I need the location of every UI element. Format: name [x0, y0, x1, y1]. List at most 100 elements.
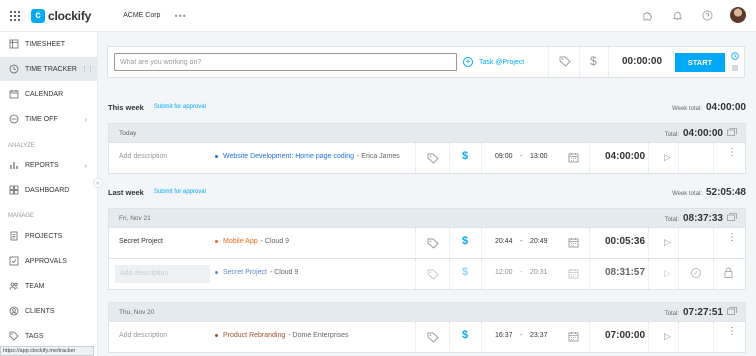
divider	[481, 322, 482, 352]
bulk-edit-icon[interactable]	[727, 212, 737, 223]
bell-icon[interactable]	[670, 8, 684, 22]
entry-description-disabled: Add description	[115, 265, 210, 283]
drag-handle-icon[interactable]: ⋮⋮	[81, 65, 94, 73]
billable-dollar-icon[interactable]: $	[590, 54, 597, 68]
entry-project: Secret Project - Cloud 9	[215, 269, 298, 276]
puzzle-icon[interactable]	[640, 8, 654, 22]
entry-description[interactable]: Secret Project	[119, 238, 163, 245]
divider	[713, 322, 714, 352]
play-icon[interactable]: ▷	[664, 237, 671, 248]
divider	[449, 143, 450, 173]
entry-description: Add description	[120, 270, 169, 277]
sidebar-item-label: Time Tracker	[25, 65, 77, 73]
day-total-value: 04:00:00	[682, 127, 723, 139]
help-icon[interactable]	[700, 8, 714, 22]
bulk-edit-icon[interactable]	[727, 127, 737, 138]
sidebar-item-timesheet[interactable]: Timesheet	[0, 32, 98, 56]
sidebar: Timesheet Time Tracker ⋮⋮ Calendar Time …	[0, 32, 98, 356]
entry-duration[interactable]: 04:00:00	[605, 151, 645, 162]
tag-icon[interactable]	[559, 56, 571, 69]
divider	[589, 228, 590, 258]
reports-icon	[8, 160, 19, 171]
billable-dollar-icon[interactable]: $	[462, 329, 468, 341]
start-time[interactable]: 16:37	[495, 332, 513, 339]
apps-grid-icon[interactable]	[10, 10, 20, 21]
week-total-value: 52:05:48	[705, 186, 746, 198]
sidebar-item-approvals[interactable]: Approvals	[0, 249, 98, 273]
end-time[interactable]: 13:00	[530, 153, 548, 160]
end-time[interactable]: 20:49	[530, 238, 548, 245]
calendar-icon[interactable]	[568, 152, 579, 165]
sidebar-item-projects[interactable]: Projects	[0, 224, 98, 248]
more-options-icon[interactable]: ⋮	[727, 148, 737, 158]
sidebar-item-time-off[interactable]: Time Off ›	[0, 107, 98, 131]
more-options-icon[interactable]: ⋮	[727, 327, 737, 337]
divider	[648, 259, 649, 289]
manual-mode-list-icon[interactable]	[731, 64, 739, 76]
time-dash: -	[520, 238, 523, 245]
bulk-edit-icon[interactable]	[727, 306, 737, 317]
entry-description[interactable]: Add description	[119, 153, 167, 160]
workspace-more-icon[interactable]: •••	[174, 11, 186, 21]
sidebar-item-calendar[interactable]: Calendar	[0, 82, 98, 106]
play-icon[interactable]: ▷	[664, 152, 671, 163]
start-button[interactable]: Start	[675, 53, 725, 72]
submit-for-approval-link[interactable]: Submit for approval	[154, 189, 206, 195]
description-input[interactable]	[114, 53, 457, 71]
entry-project[interactable]: Website Development: Home page coding - …	[215, 153, 400, 160]
tag-icon[interactable]	[427, 153, 439, 166]
entry-duration: 08:31:57	[605, 267, 646, 278]
start-time[interactable]: 20:44	[495, 238, 513, 245]
sidebar-item-time-tracker[interactable]: Time Tracker ⋮⋮	[0, 57, 98, 81]
week-total-value: 04:00:00	[705, 101, 746, 113]
workspace-name[interactable]: ACME Corp	[123, 12, 160, 19]
sidebar-item-tags[interactable]: Tags	[0, 324, 98, 348]
logo[interactable]: c clockify	[31, 8, 92, 23]
sidebar-item-label: Timesheet	[25, 40, 66, 48]
divider	[678, 322, 679, 352]
entry-description[interactable]: Add description	[119, 332, 167, 339]
entry-duration[interactable]: 07:00:00	[605, 330, 645, 341]
start-time[interactable]: 09:00	[495, 153, 513, 160]
time-dash: -	[520, 269, 523, 276]
play-icon[interactable]: ▷	[664, 331, 671, 342]
client-name: - Cloud 9	[260, 238, 290, 245]
entry-project[interactable]: Product Rebranding - Dome Enterprises	[215, 332, 349, 339]
sidebar-item-reports[interactable]: Reports ›	[0, 153, 98, 177]
end-time[interactable]: 23:37	[530, 332, 548, 339]
calendar-icon[interactable]	[568, 237, 579, 250]
section-analyze: Analyze	[8, 143, 35, 149]
day-label: Thu, Nov 20	[119, 308, 155, 316]
sidebar-item-label: Calendar	[25, 90, 64, 98]
collapse-sidebar-button[interactable]: «	[93, 178, 103, 188]
sidebar-item-team[interactable]: Team	[0, 274, 98, 298]
timer-mode-clock-icon[interactable]	[731, 52, 739, 64]
billable-dollar-icon[interactable]: $	[462, 235, 468, 247]
day-header-today: Today Total: 04:00:00	[108, 123, 746, 143]
sidebar-item-label: Reports	[25, 161, 59, 169]
tag-icon[interactable]	[427, 332, 439, 345]
tag-icon[interactable]	[427, 238, 439, 251]
billable-dollar-icon[interactable]: $	[462, 150, 468, 162]
task-project-button[interactable]: + Task @Project	[463, 57, 524, 67]
more-options-icon[interactable]: ⋮	[727, 233, 737, 243]
approvals-icon	[8, 256, 19, 267]
entry-project[interactable]: Mobile App - Cloud 9	[215, 238, 289, 245]
sidebar-item-dashboard[interactable]: Dashboard	[0, 178, 98, 202]
week-title: This week	[108, 102, 144, 112]
task-project-label: Task @Project	[479, 58, 525, 66]
day-total-label: Total:	[664, 131, 679, 138]
calendar-icon[interactable]	[568, 331, 579, 344]
divider	[449, 322, 450, 352]
sidebar-item-label: Clients	[25, 307, 55, 315]
entry-duration[interactable]: 00:05:36	[605, 236, 645, 247]
day-total-value: 07:27:51	[682, 306, 723, 318]
tags-icon	[8, 331, 19, 342]
submit-for-approval-link[interactable]: Submit for approval	[154, 104, 206, 110]
divider	[415, 143, 416, 173]
logo-text: clockify	[48, 8, 92, 23]
project-color-dot	[215, 271, 218, 274]
sidebar-item-clients[interactable]: Clients	[0, 299, 98, 323]
avatar[interactable]	[730, 7, 746, 23]
week-total-label: Week total:	[672, 190, 702, 197]
